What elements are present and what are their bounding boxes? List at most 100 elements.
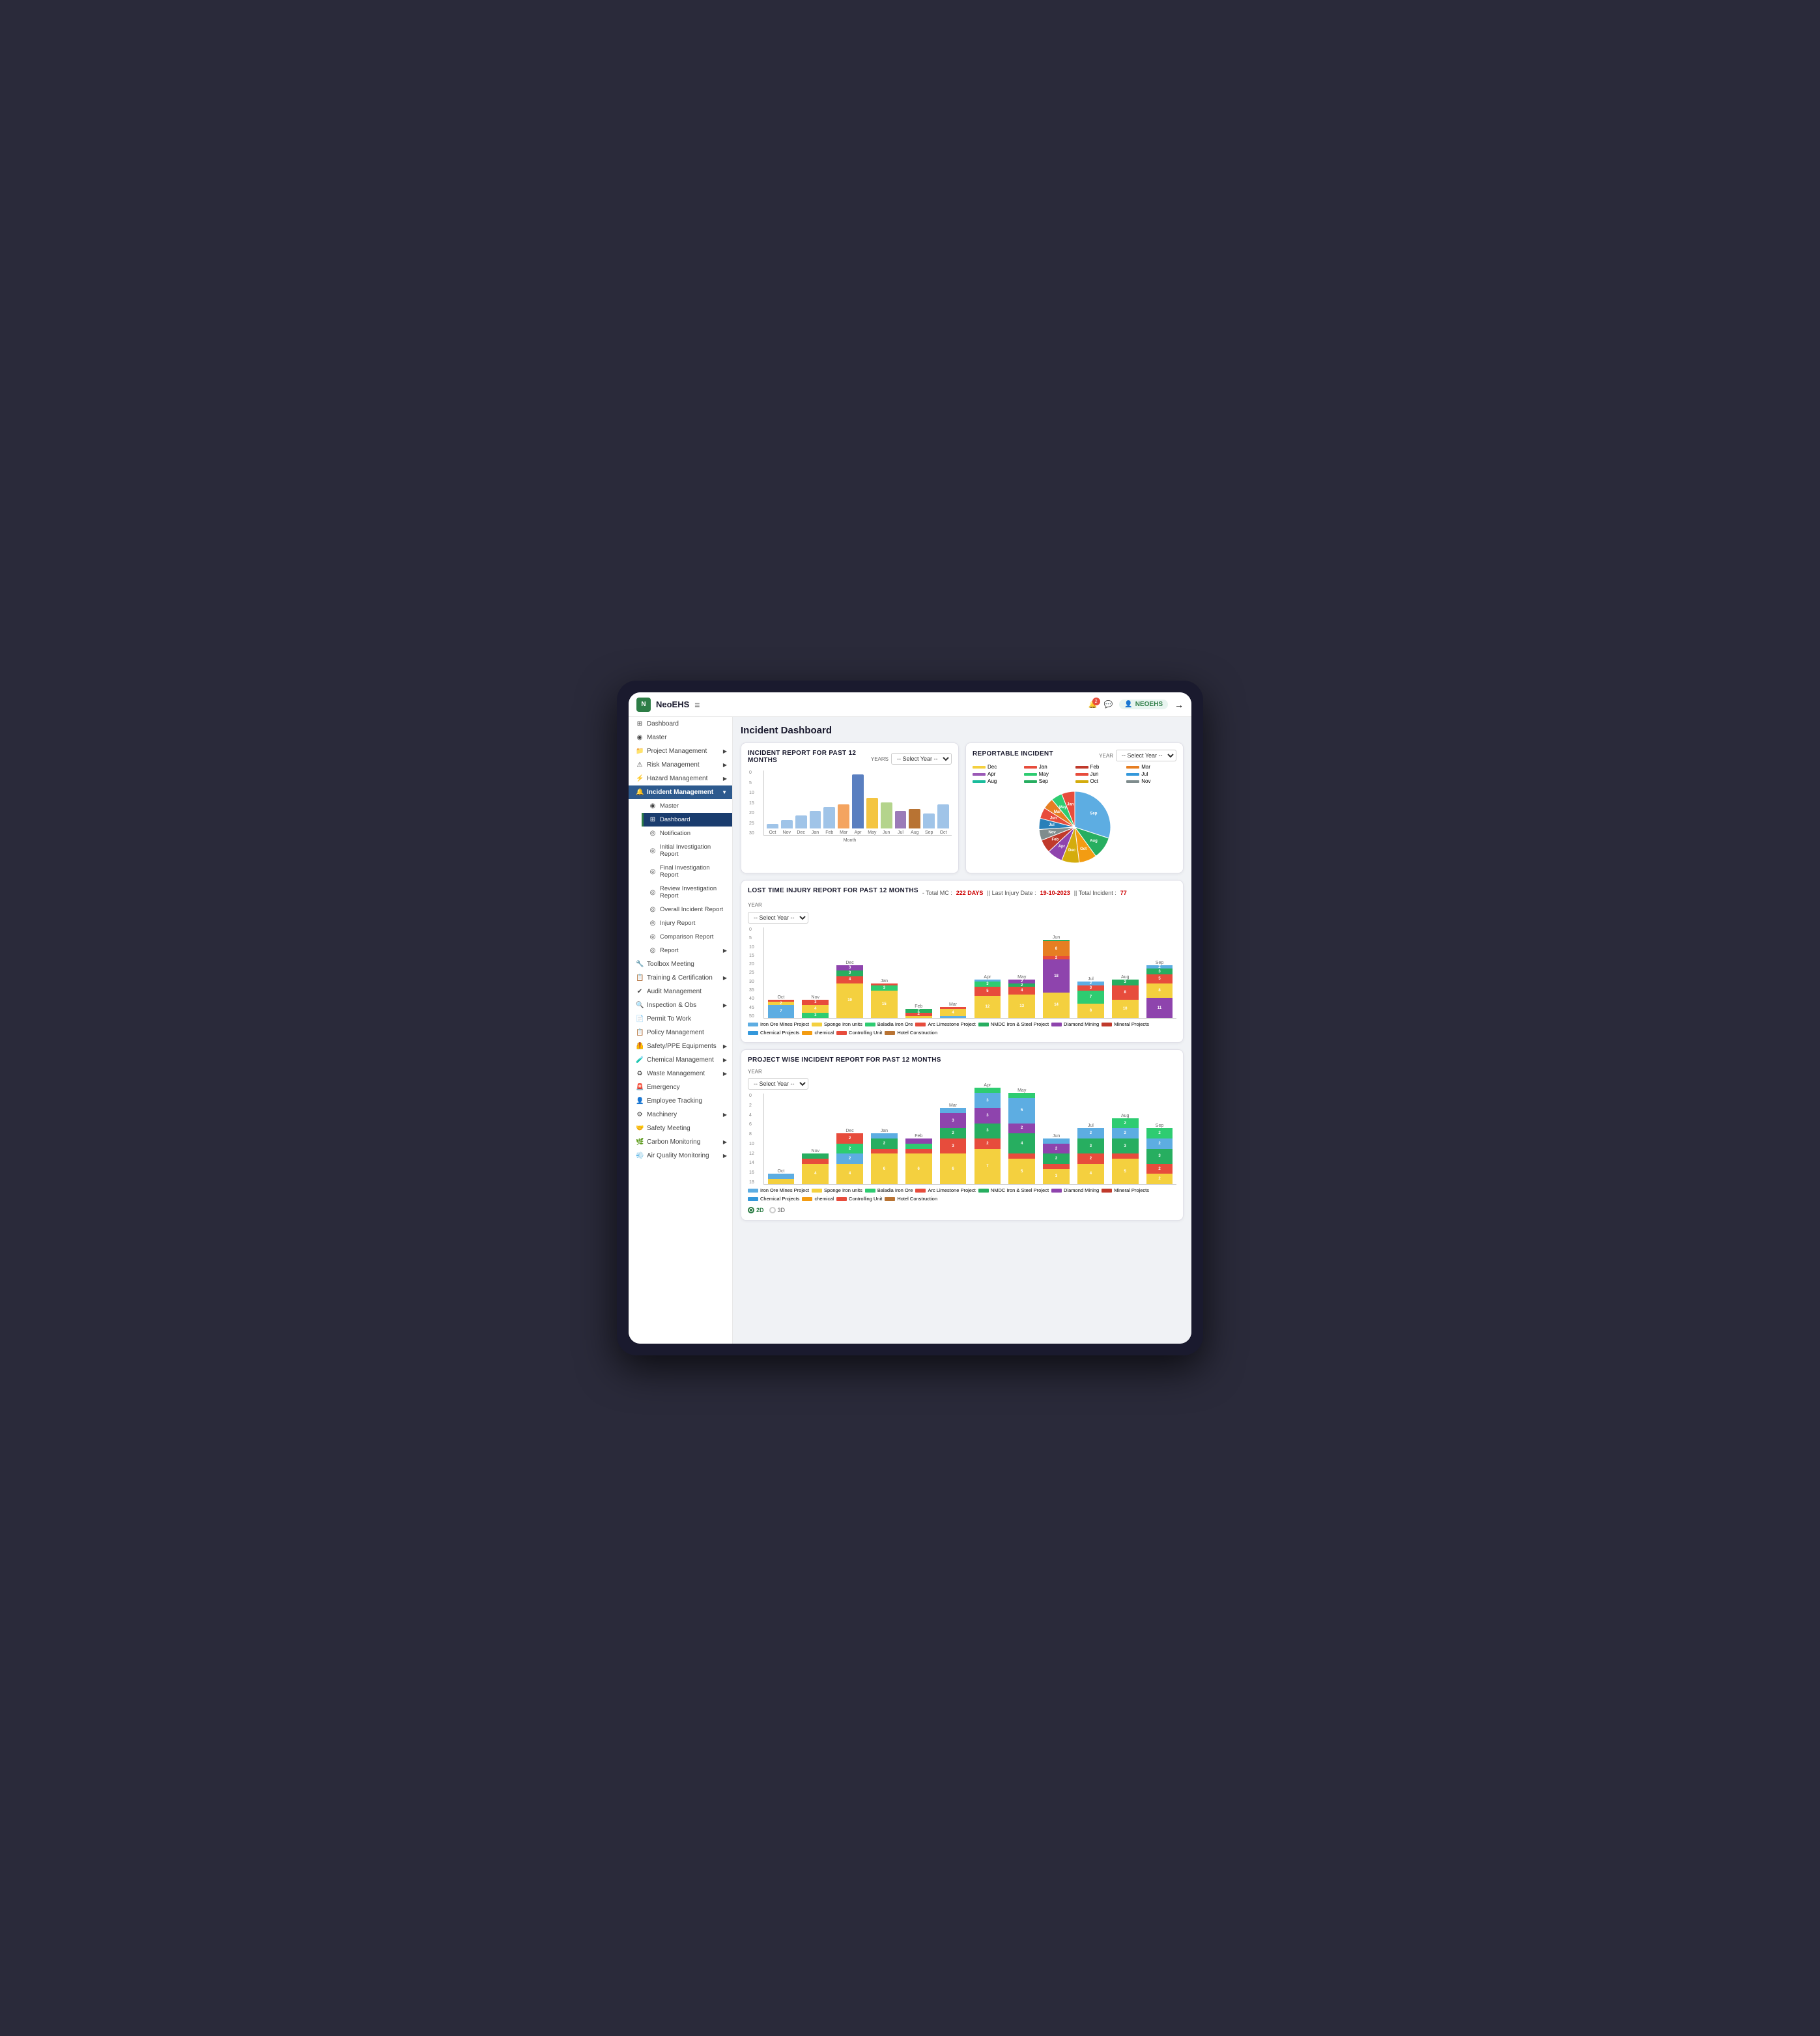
lti-select-row: -- Select Year --: [748, 912, 1176, 924]
sidebar-item-dashboard[interactable]: ⊞ Dashboard: [629, 717, 732, 731]
proj-legend-item-chemical: chemical: [802, 1196, 834, 1202]
proj-bar-label-Mar: Mar: [949, 1103, 957, 1108]
proj-segment: 2: [1077, 1128, 1104, 1138]
employee-icon: 👤: [636, 1097, 644, 1105]
project-year-label: YEAR: [748, 1069, 762, 1075]
ri-legend-item-Feb: Feb: [1075, 764, 1126, 770]
notification-icon-container[interactable]: 🔔 2: [1088, 700, 1098, 709]
sidebar-item-report[interactable]: ◎ Report ▶: [642, 944, 732, 957]
sidebar-item-review-investigation[interactable]: ◎ Review Investigation Report: [642, 882, 732, 903]
hamburger-icon[interactable]: ≡: [694, 700, 700, 710]
lti-date: 19-10-2023: [1040, 890, 1070, 896]
proj-segment: 2: [1112, 1128, 1139, 1138]
lti-bar-label-Oct: Oct: [777, 995, 784, 1000]
toggle-2d-btn[interactable]: 2D: [748, 1207, 764, 1213]
sidebar-item-carbon[interactable]: 🌿 Carbon Monitoring ▶: [629, 1135, 732, 1149]
sidebar-item-machinery[interactable]: ⚙ Machinery ▶: [629, 1108, 732, 1122]
sidebar-label-review-inv: Review Investigation Report: [660, 885, 727, 899]
sidebar-item-audit[interactable]: ✔ Audit Management: [629, 985, 732, 998]
pie-label-May: May: [1059, 806, 1066, 810]
lti-legend-item-Sponge Iron units: Sponge Iron units: [812, 1021, 862, 1027]
sidebar-label-hazard: Hazard Management: [647, 775, 707, 782]
sidebar-item-final-investigation[interactable]: ◎ Final Investigation Report: [642, 861, 732, 882]
sidebar-item-inc-dashboard[interactable]: ⊞ Dashboard: [642, 813, 732, 827]
proj-segment: [1008, 1093, 1035, 1098]
sidebar-label-machinery: Machinery: [647, 1111, 677, 1118]
sidebar-item-risk[interactable]: ⚠ Risk Management ▶: [629, 758, 732, 772]
sidebar-label-carbon: Carbon Monitoring: [647, 1138, 700, 1146]
sidebar-item-injury-report[interactable]: ◎ Injury Report: [642, 916, 732, 930]
sidebar-label-chemical: Chemical Management: [647, 1056, 714, 1064]
sidebar-item-waste[interactable]: ♻ Waste Management ▶: [629, 1067, 732, 1081]
project-stacked-chart: Oct4Nov4222Dec62Jan6Feb6323Mar72333Apr54…: [763, 1094, 1176, 1185]
pie-label-Mar: Mar: [1053, 810, 1060, 814]
sidebar-item-inc-master[interactable]: ◉ Master: [642, 799, 732, 813]
reportable-year-select[interactable]: -- Select Year --: [1116, 750, 1176, 761]
lti-legend-text: Mineral Projects: [1114, 1021, 1149, 1027]
sidebar-item-permit[interactable]: 📄 Permit To Work: [629, 1012, 732, 1026]
pie-label-Jun: Jun: [1049, 816, 1057, 820]
toggle-3d-btn[interactable]: 3D: [769, 1207, 786, 1213]
sidebar-item-overall-incident[interactable]: ◎ Overall Incident Report: [642, 903, 732, 916]
sidebar-item-toolbox[interactable]: 🔧 Toolbox Meeting: [629, 957, 732, 971]
lti-bar-group-Feb: 22Feb: [903, 1003, 934, 1018]
final-inv-icon: ◎: [649, 868, 657, 875]
message-icon-container[interactable]: 💬: [1104, 700, 1113, 709]
sidebar-label-waste: Waste Management: [647, 1070, 705, 1077]
proj-legend-text: Sponge Iron units: [824, 1187, 862, 1193]
ri-color-Dec: [973, 766, 986, 769]
lti-legend-text: Baladia Iron Ore: [877, 1021, 913, 1027]
sidebar-item-training[interactable]: 📋 Training & Certification ▶: [629, 971, 732, 985]
lti-legend-color: [1051, 1023, 1062, 1026]
lti-inc-label: || Total Incident :: [1074, 890, 1116, 896]
sidebar-item-employee-tracking[interactable]: 👤 Employee Tracking: [629, 1094, 732, 1108]
sidebar-item-safety-meeting[interactable]: 🤝 Safety Meeting: [629, 1122, 732, 1135]
sidebar-label-employee: Employee Tracking: [647, 1097, 702, 1105]
incident-year-select[interactable]: -- Select Year --: [891, 753, 952, 765]
sidebar-item-safety-ppe[interactable]: 🦺 Safety/PPE Equipments ▶: [629, 1039, 732, 1053]
proj-bar-label-Feb: Feb: [915, 1134, 922, 1138]
project-year-select[interactable]: -- Select Year --: [748, 1078, 808, 1090]
screen: N NeoEHS ≡ 🔔 2 💬 👤 NEOEHS →: [629, 692, 1191, 1344]
ri-legend: DecJanFebMarAprMayJunJulAugSepOctNov: [973, 764, 1176, 784]
proj-bar-label-Nov: Nov: [812, 1149, 819, 1153]
lti-year-select[interactable]: -- Select Year --: [748, 912, 808, 924]
bar-Apr: [852, 774, 864, 828]
sidebar-item-hazard[interactable]: ⚡ Hazard Management ▶: [629, 772, 732, 785]
lti-legend-color: [812, 1023, 822, 1026]
bar-label-Dec: Dec: [797, 830, 804, 835]
ri-legend-item-Aug: Aug: [973, 778, 1023, 784]
sidebar-item-notification[interactable]: ◎ Notification: [642, 827, 732, 840]
sidebar-item-initial-investigation[interactable]: ◎ Initial Investigation Report: [642, 840, 732, 861]
project-chart-row: PROJECT WISE INCIDENT REPORT FOR PAST 12…: [741, 1049, 1184, 1221]
lti-legend-text: Hotel Construction: [897, 1030, 937, 1036]
proj-bar-group-Jan: 62Jan: [868, 1127, 900, 1184]
proj-segment: 2: [940, 1128, 967, 1138]
sidebar-label-emergency: Emergency: [647, 1084, 680, 1091]
sidebar-item-air-quality[interactable]: 💨 Air Quality Monitoring ▶: [629, 1149, 732, 1163]
dashboard-icon: ⊞: [636, 720, 644, 728]
bar-group-Apr: Apr: [852, 774, 864, 835]
sidebar-item-project-management[interactable]: 📁 Project Management ▶: [629, 744, 732, 758]
lti-mc-label: - Total MC :: [922, 890, 952, 896]
bar-Dec: [795, 815, 807, 828]
carbon-icon: 🌿: [636, 1138, 644, 1146]
user-badge[interactable]: 👤 NEOEHS: [1119, 700, 1168, 709]
project-chart-container: 181614121086420 Oct4Nov4222Dec62Jan6Feb6…: [763, 1094, 1176, 1185]
proj-bar-label-Jan: Jan: [881, 1129, 888, 1133]
sidebar-item-comparison-report[interactable]: ◎ Comparison Report: [642, 930, 732, 944]
project-select-row: -- Select Year --: [748, 1078, 1176, 1090]
logout-icon[interactable]: →: [1174, 700, 1184, 710]
bar-group-Aug: Aug: [909, 809, 920, 835]
lti-legend-text: Diamond Mining: [1064, 1021, 1099, 1027]
sidebar-item-chemical[interactable]: 🧪 Chemical Management ▶: [629, 1053, 732, 1067]
sidebar-item-inspection[interactable]: 🔍 Inspection & Obs ▶: [629, 998, 732, 1012]
user-name: NEOEHS: [1135, 701, 1163, 708]
sidebar-item-incident-management[interactable]: 🔔 Incident Management ▼: [629, 785, 732, 799]
lti-legend-color: [1102, 1023, 1112, 1026]
sidebar-item-emergency[interactable]: 🚨 Emergency: [629, 1081, 732, 1094]
sidebar-item-master[interactable]: ◉ Master: [629, 731, 732, 744]
lti-bar-label-Dec: Dec: [846, 961, 853, 965]
sidebar-item-policy[interactable]: 📋 Policy Management: [629, 1026, 732, 1039]
lti-title: LOST TIME INJURY REPORT FOR PAST 12 MONT…: [748, 887, 918, 894]
